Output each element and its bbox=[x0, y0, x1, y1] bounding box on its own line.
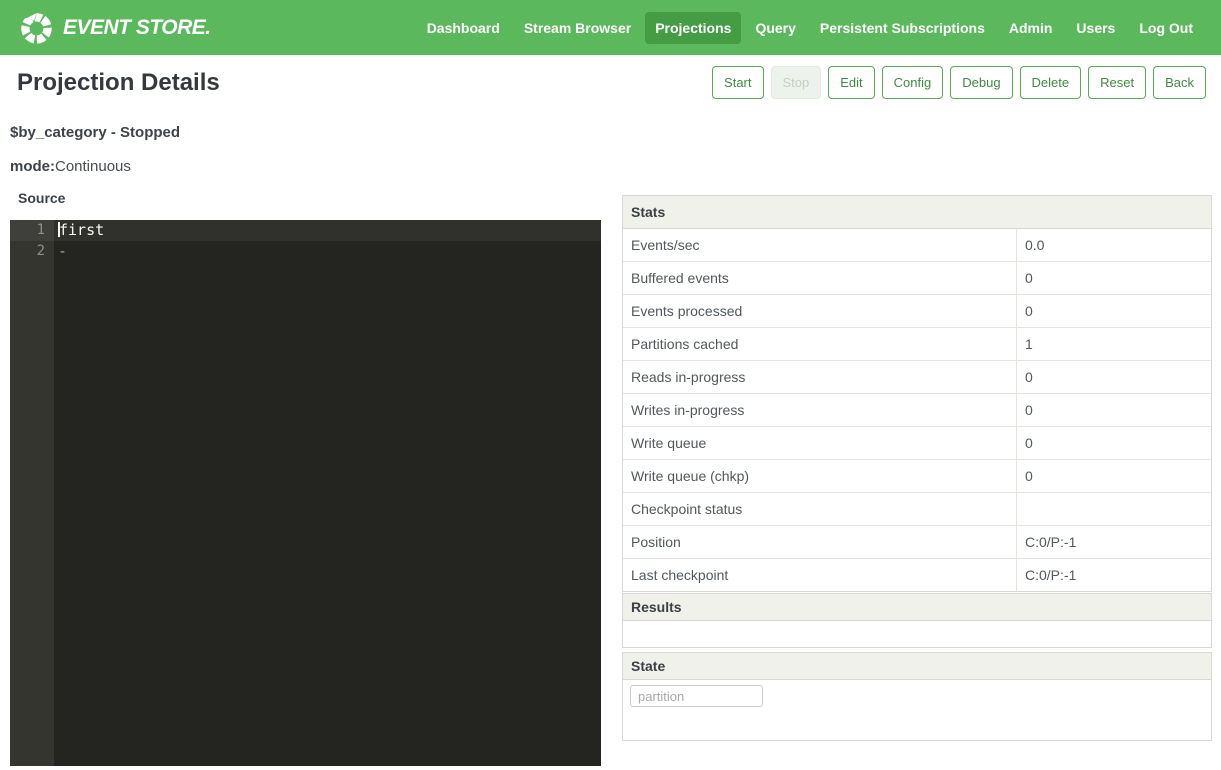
debug-button[interactable]: Debug bbox=[950, 66, 1012, 99]
mode-label: mode: bbox=[10, 158, 55, 175]
nav-item-stream-browser[interactable]: Stream Browser bbox=[514, 12, 641, 44]
table-row: Events processed 0 bbox=[623, 295, 1211, 328]
results-empty-row bbox=[623, 621, 1211, 647]
results-table: Results bbox=[622, 593, 1212, 648]
code-line: first bbox=[54, 220, 104, 241]
nav-menu: Dashboard Stream Browser Projections Que… bbox=[417, 12, 1203, 44]
line-number: 2 bbox=[10, 241, 54, 262]
stats-table-header: Stats bbox=[623, 196, 1211, 229]
line-number: 1 bbox=[10, 220, 54, 241]
table-row: Partitions cached 1 bbox=[623, 328, 1211, 361]
event-store-logo-icon bbox=[18, 9, 55, 46]
table-row: Writes in-progress 0 bbox=[623, 394, 1211, 427]
reset-button[interactable]: Reset bbox=[1088, 66, 1146, 99]
editor-line: 2 - bbox=[10, 241, 601, 262]
state-table: State bbox=[622, 652, 1212, 741]
table-row: Checkpoint status bbox=[623, 493, 1211, 526]
page-header: Projection Details Start Stop Edit Confi… bbox=[17, 66, 1206, 99]
editor-line: 1 first bbox=[10, 220, 601, 241]
nav-item-users[interactable]: Users bbox=[1066, 12, 1125, 44]
nav-item-query[interactable]: Query bbox=[745, 12, 805, 44]
table-row: Last checkpoint C:0/P:-1 bbox=[623, 559, 1211, 591]
nav-item-log-out[interactable]: Log Out bbox=[1129, 12, 1203, 44]
partition-input[interactable] bbox=[630, 685, 763, 707]
source-code-editor[interactable]: 1 first 2 - bbox=[10, 220, 601, 766]
source-section-label: Source bbox=[18, 190, 65, 206]
brand-text: EVENT STORE. bbox=[63, 16, 211, 40]
nav-item-projections[interactable]: Projections bbox=[645, 12, 741, 44]
delete-button[interactable]: Delete bbox=[1020, 66, 1082, 99]
table-row: Events/sec 0.0 bbox=[623, 229, 1211, 262]
page-title: Projection Details bbox=[17, 69, 220, 97]
table-row: Position C:0/P:-1 bbox=[623, 526, 1211, 559]
stats-table: Stats Events/sec 0.0 Buffered events 0 E… bbox=[622, 195, 1212, 592]
state-table-header: State bbox=[623, 653, 1211, 680]
top-navbar: EVENT STORE. Dashboard Stream Browser Pr… bbox=[0, 0, 1221, 55]
config-button[interactable]: Config bbox=[882, 66, 944, 99]
start-button[interactable]: Start bbox=[712, 66, 763, 99]
state-empty-row bbox=[623, 712, 1211, 740]
brand: EVENT STORE. bbox=[18, 9, 211, 46]
action-toolbar: Start Stop Edit Config Debug Delete Rese… bbox=[712, 66, 1206, 99]
projection-name: $by_category - Stopped bbox=[10, 124, 180, 141]
edit-button[interactable]: Edit bbox=[828, 66, 874, 99]
table-row: Write queue (chkp) 0 bbox=[623, 460, 1211, 493]
table-row: Write queue 0 bbox=[623, 427, 1211, 460]
nav-item-dashboard[interactable]: Dashboard bbox=[417, 12, 510, 44]
table-row: Reads in-progress 0 bbox=[623, 361, 1211, 394]
code-line: - bbox=[54, 241, 67, 262]
nav-item-admin[interactable]: Admin bbox=[999, 12, 1063, 44]
projection-mode: mode:Continuous bbox=[10, 158, 131, 175]
mode-value: Continuous bbox=[55, 158, 131, 175]
nav-item-persistent-subscriptions[interactable]: Persistent Subscriptions bbox=[810, 12, 995, 44]
back-button[interactable]: Back bbox=[1153, 66, 1206, 99]
details-panel: Stats Events/sec 0.0 Buffered events 0 E… bbox=[622, 195, 1212, 741]
stop-button[interactable]: Stop bbox=[771, 66, 822, 99]
results-table-header: Results bbox=[623, 594, 1211, 621]
partition-input-row bbox=[623, 680, 1211, 712]
table-row: Buffered events 0 bbox=[623, 262, 1211, 295]
